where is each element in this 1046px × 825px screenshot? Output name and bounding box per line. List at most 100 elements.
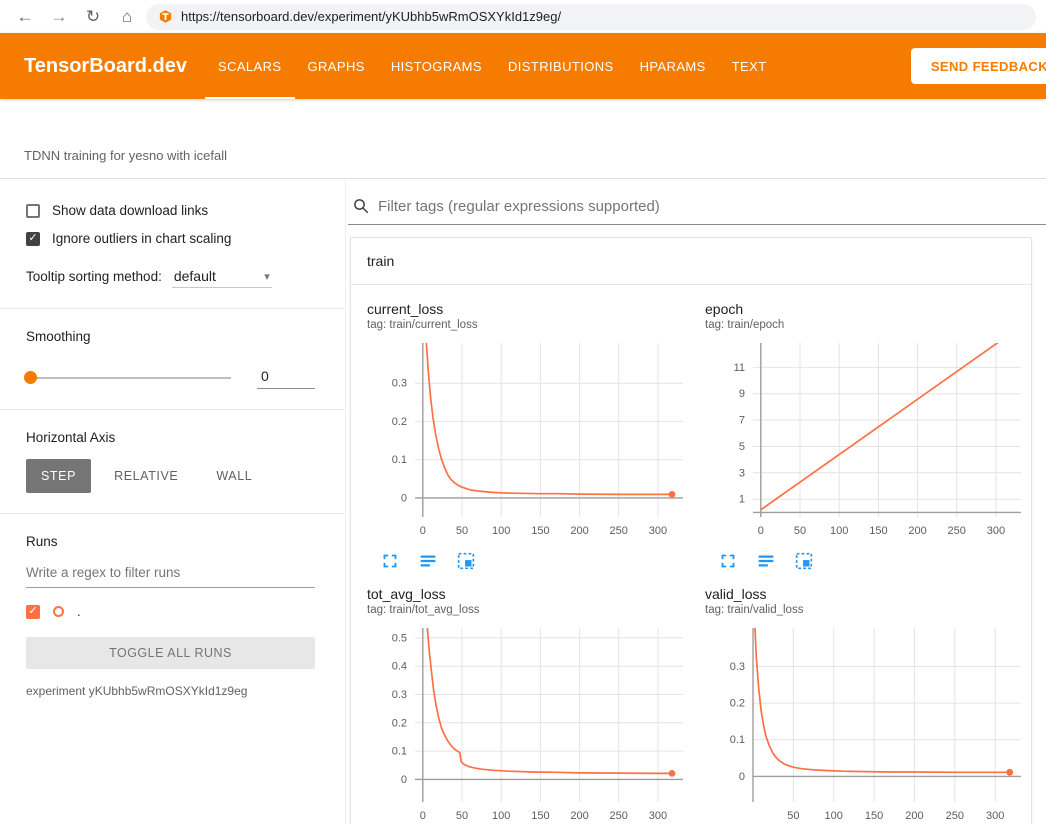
checkbox-unchecked[interactable]: [26, 204, 40, 218]
svg-text:0: 0: [758, 525, 764, 537]
tooltip-sorting-select[interactable]: default ▾: [172, 268, 272, 288]
tag-filter-input[interactable]: [378, 198, 1044, 215]
svg-text:100: 100: [492, 525, 510, 537]
svg-text:0: 0: [420, 525, 426, 537]
tab-hparams[interactable]: HPARAMS: [627, 33, 719, 99]
chart-tag: tag: train/epoch: [705, 319, 1027, 331]
home-icon[interactable]: ⌂: [112, 7, 142, 27]
send-feedback-button[interactable]: SEND FEEDBACK: [911, 48, 1046, 84]
wall-button[interactable]: WALL: [201, 459, 267, 493]
forward-icon[interactable]: →: [44, 7, 74, 27]
ignore-outliers-row[interactable]: ✓ Ignore outliers in chart scaling: [26, 231, 315, 246]
experiment-title: TDNN training for yesno with icefall: [24, 148, 227, 163]
tab-distributions[interactable]: DISTRIBUTIONS: [495, 33, 627, 99]
main-panel: train current_loss tag: train/current_lo…: [346, 179, 1046, 824]
svg-text:50: 50: [456, 810, 468, 822]
data-table-icon[interactable]: [417, 550, 439, 572]
checkbox-label: Ignore outliers in chart scaling: [52, 231, 231, 246]
app-header: TensorBoard.dev SCALARS GRAPHS HISTOGRAM…: [0, 33, 1046, 99]
svg-text:50: 50: [794, 525, 806, 537]
svg-text:100: 100: [825, 810, 843, 822]
divider: [0, 513, 345, 514]
settings-sidebar: Show data download links ✓ Ignore outlie…: [0, 179, 346, 824]
check-icon: ✓: [28, 606, 37, 617]
chart-toolbar: [705, 550, 1027, 572]
relative-button[interactable]: RELATIVE: [99, 459, 193, 493]
show-download-links-row[interactable]: Show data download links: [26, 203, 315, 218]
svg-text:1: 1: [739, 494, 745, 506]
url-text: https://tensorboard.dev/experiment/yKUbh…: [181, 9, 561, 24]
svg-text:0.2: 0.2: [392, 416, 407, 428]
selected-value: default: [174, 268, 216, 284]
chart-tag: tag: train/current_loss: [367, 319, 689, 331]
chart-title: tot_avg_loss: [367, 586, 689, 602]
svg-text:0.4: 0.4: [392, 661, 407, 673]
tab-graphs[interactable]: GRAPHS: [295, 33, 378, 99]
fit-domain-icon[interactable]: [455, 550, 477, 572]
search-icon: [352, 197, 370, 215]
svg-text:0: 0: [401, 774, 407, 786]
run-row[interactable]: ✓ .: [26, 604, 315, 619]
tab-scalars[interactable]: SCALARS: [205, 33, 295, 99]
chart-plot[interactable]: 1357911050100150200250300: [705, 337, 1027, 548]
svg-text:250: 250: [948, 525, 966, 537]
chart-plot[interactable]: 00.10.20.30.40.5050100150200250300: [367, 622, 689, 824]
reload-icon[interactable]: ↻: [78, 7, 108, 27]
tab-histograms[interactable]: HISTOGRAMS: [378, 33, 495, 99]
svg-text:300: 300: [649, 810, 667, 822]
svg-text:3: 3: [739, 467, 745, 479]
tab-text[interactable]: TEXT: [719, 33, 780, 99]
toggle-all-runs-button[interactable]: TOGGLE ALL RUNS: [26, 637, 315, 669]
tag-group-header[interactable]: train: [351, 238, 1031, 285]
svg-text:200: 200: [570, 810, 588, 822]
runs-label: Runs: [26, 534, 315, 549]
chart-toolbar: [367, 550, 689, 572]
svg-text:0.1: 0.1: [730, 734, 745, 746]
experiment-bar: TDNN training for yesno with icefall: [0, 99, 1046, 179]
run-checkbox[interactable]: ✓: [26, 605, 40, 619]
smoothing-label: Smoothing: [26, 329, 315, 344]
address-bar[interactable]: https://tensorboard.dev/experiment/yKUbh…: [146, 4, 1036, 30]
svg-text:7: 7: [739, 415, 745, 427]
smoothing-value-field[interactable]: 0: [257, 366, 315, 389]
chart-plot[interactable]: 00.10.20.350100150200250300: [705, 622, 1027, 824]
svg-text:0.1: 0.1: [392, 746, 407, 758]
fit-domain-icon[interactable]: [793, 550, 815, 572]
svg-text:50: 50: [456, 525, 468, 537]
slider-thumb[interactable]: [24, 371, 37, 384]
back-icon[interactable]: ←: [10, 7, 40, 27]
run-color-swatch-icon: [53, 606, 64, 617]
svg-text:100: 100: [492, 810, 510, 822]
app-logo[interactable]: TensorBoard.dev: [24, 33, 187, 99]
chart-card: tot_avg_loss tag: train/tot_avg_loss 00.…: [367, 586, 689, 824]
check-icon: ✓: [28, 233, 37, 244]
data-table-icon[interactable]: [755, 550, 777, 572]
divider: [0, 409, 345, 410]
svg-text:0.2: 0.2: [392, 717, 407, 729]
checkbox-label: Show data download links: [52, 203, 208, 218]
svg-text:300: 300: [986, 810, 1004, 822]
checkbox-checked[interactable]: ✓: [26, 232, 40, 246]
svg-text:100: 100: [830, 525, 848, 537]
svg-text:150: 150: [531, 810, 549, 822]
svg-text:0.1: 0.1: [392, 454, 407, 466]
step-button[interactable]: STEP: [26, 459, 91, 493]
svg-text:0.3: 0.3: [392, 689, 407, 701]
svg-text:150: 150: [865, 810, 883, 822]
runs-filter-input[interactable]: [26, 559, 315, 588]
svg-text:0.3: 0.3: [730, 661, 745, 673]
svg-text:250: 250: [610, 810, 628, 822]
tag-group-card: train current_loss tag: train/current_lo…: [350, 237, 1032, 824]
smoothing-slider[interactable]: [26, 377, 231, 379]
tooltip-sorting-label: Tooltip sorting method:: [26, 269, 162, 284]
chart-card: current_loss tag: train/current_loss 00.…: [367, 301, 689, 572]
tensorboard-favicon-icon: [158, 9, 173, 24]
fullscreen-icon[interactable]: [379, 550, 401, 572]
svg-text:200: 200: [908, 525, 926, 537]
svg-text:0: 0: [739, 771, 745, 783]
chart-plot[interactable]: 00.10.20.3050100150200250300: [367, 337, 689, 548]
divider: [0, 308, 345, 309]
top-nav: SCALARS GRAPHS HISTOGRAMS DISTRIBUTIONS …: [205, 33, 780, 99]
svg-text:300: 300: [987, 525, 1005, 537]
fullscreen-icon[interactable]: [717, 550, 739, 572]
